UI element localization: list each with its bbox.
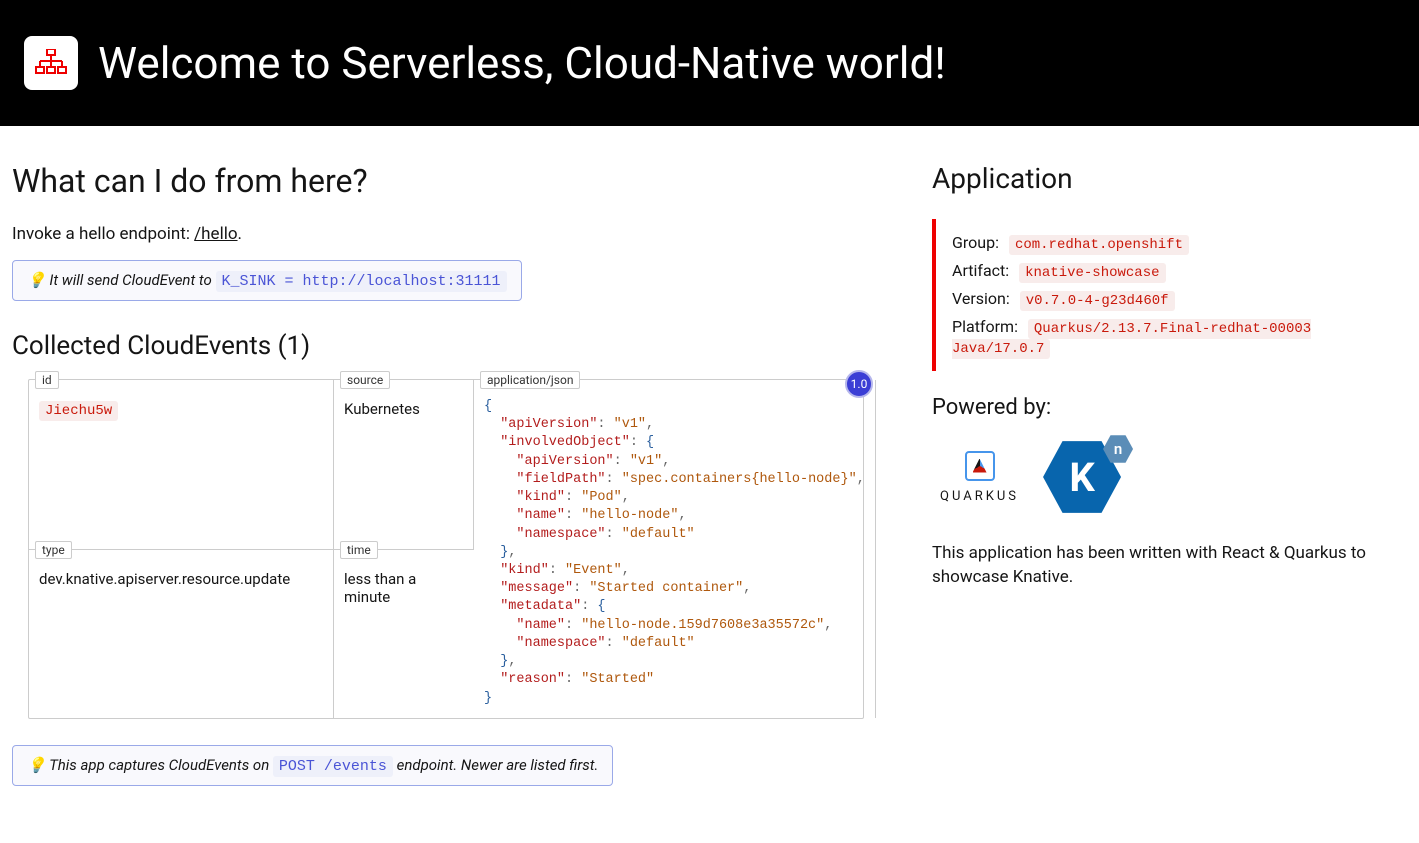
cell-type: type dev.knative.apiserver.resource.upda… — [29, 549, 334, 718]
app-info: Group: com.redhat.openshift Artifact: kn… — [932, 219, 1407, 371]
version-value: v0.7.0-4-g23d460f — [1020, 291, 1175, 311]
quarkus-text: QUARKUS — [940, 489, 1019, 504]
bulb-icon: 💡 — [27, 271, 49, 289]
version-label: Version: — [952, 289, 1010, 308]
events-heading: Collected CloudEvents (1) — [12, 331, 892, 361]
invoke-prefix: Invoke a hello endpoint: — [12, 224, 194, 244]
invoke-line: Invoke a hello endpoint: /hello. — [12, 224, 892, 244]
hint-box-1: 💡 It will send CloudEvent to K_SINK = ht… — [12, 260, 522, 301]
artifact-value: knative-showcase — [1019, 263, 1165, 283]
hint2-suffix: endpoint. Newer are listed first. — [397, 756, 599, 774]
hello-link[interactable]: /hello — [194, 224, 237, 244]
hint2-prefix: This app captures CloudEvents on — [49, 756, 273, 774]
label-source: source — [340, 371, 390, 389]
app-logo — [24, 36, 78, 90]
info-platform: Platform: Quarkus/2.13.7.Final-redhat-00… — [952, 317, 1391, 357]
label-content-type: application/json — [480, 371, 580, 389]
artifact-label: Artifact: — [952, 261, 1009, 280]
invoke-suffix: . — [238, 224, 242, 244]
event-type-value: dev.knative.apiserver.resource.update — [39, 570, 323, 588]
page-title: Welcome to Serverless, Cloud-Native worl… — [98, 37, 946, 89]
what-heading: What can I do from here? — [12, 162, 892, 200]
info-artifact: Artifact: knative-showcase — [952, 261, 1391, 281]
cell-id: id Jiechu5w — [29, 380, 334, 549]
label-time: time — [340, 541, 378, 559]
hint1-text: It will send CloudEvent to — [49, 271, 215, 289]
hint2-code: POST /events — [273, 756, 393, 777]
powered-heading: Powered by: — [932, 395, 1407, 420]
info-version: Version: v0.7.0-4-g23d460f — [952, 289, 1391, 309]
group-value: com.redhat.openshift — [1009, 235, 1189, 255]
platform-label: Platform: — [952, 317, 1018, 336]
label-type: type — [35, 541, 72, 559]
label-id: id — [35, 371, 59, 389]
event-source-value: Kubernetes — [344, 400, 463, 418]
group-label: Group: — [952, 233, 999, 252]
cell-source: source Kubernetes — [334, 380, 474, 549]
cell-time: time less than a minute — [334, 549, 474, 718]
network-icon — [35, 49, 67, 77]
hint-box-2: 💡 This app captures CloudEvents on POST … — [12, 745, 613, 786]
payload-json: { "apiVersion": "v1", "involvedObject": … — [484, 394, 865, 708]
quarkus-icon — [965, 451, 995, 481]
application-heading: Application — [932, 162, 1407, 195]
cell-payload: application/json { "apiVersion": "v1", "… — [474, 380, 876, 718]
header: Welcome to Serverless, Cloud-Native worl… — [0, 0, 1419, 126]
knative-logo[interactable]: K n — [1043, 438, 1121, 516]
main-container: What can I do from here? Invoke a hello … — [0, 126, 1419, 806]
main-column: What can I do from here? Invoke a hello … — [12, 162, 892, 786]
app-description: This application has been written with R… — [932, 542, 1407, 590]
info-group: Group: com.redhat.openshift — [952, 233, 1391, 253]
logos: QUARKUS K n — [932, 438, 1407, 516]
hint1-code: K_SINK = http://localhost:31111 — [216, 271, 507, 292]
bulb-icon: 💡 — [27, 756, 49, 774]
quarkus-logo[interactable]: QUARKUS — [940, 451, 1019, 504]
event-card: 1.0 id Jiechu5w source Kubernetes applic… — [28, 379, 864, 719]
event-id-value: Jiechu5w — [39, 401, 118, 421]
sidebar-column: Application Group: com.redhat.openshift … — [932, 162, 1407, 786]
event-time-value: less than a minute — [344, 570, 464, 606]
